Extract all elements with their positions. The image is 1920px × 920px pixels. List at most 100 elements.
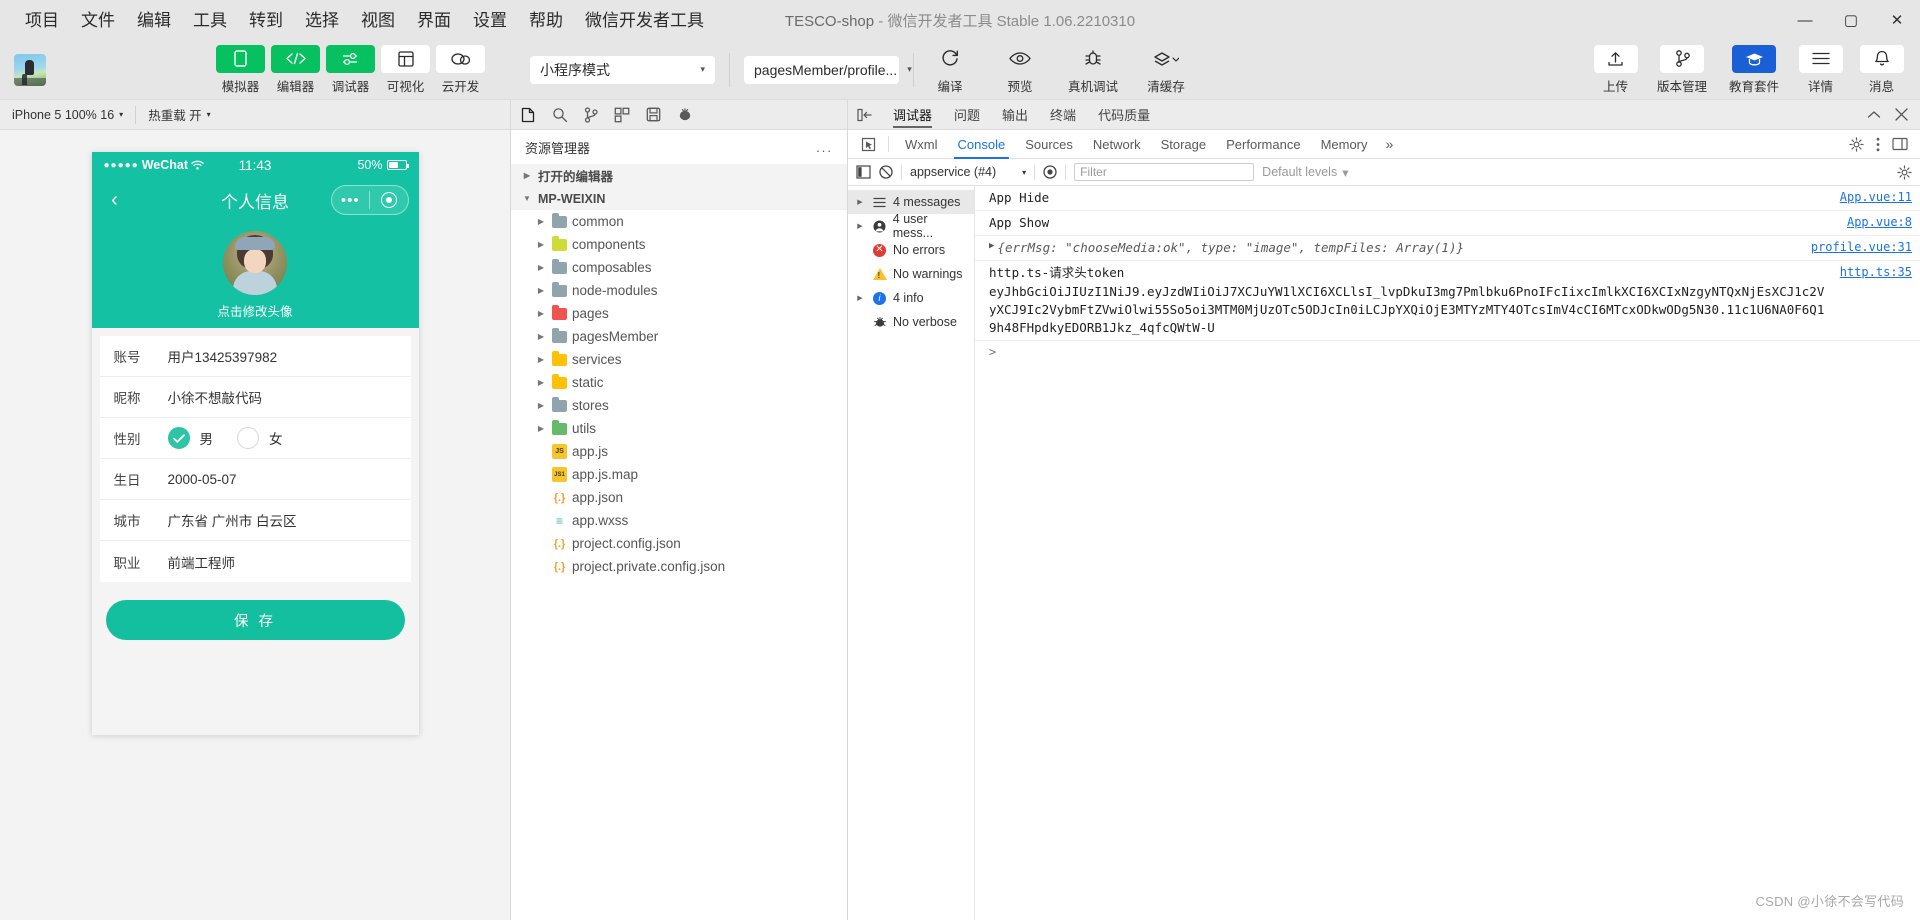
- devtab-network[interactable]: Network: [1083, 130, 1151, 159]
- debug-icon[interactable]: [677, 107, 693, 122]
- console-message-row[interactable]: ▶ {errMsg: "chooseMedia:ok", type: "imag…: [975, 236, 1920, 262]
- menu-item-settings[interactable]: 设置: [462, 8, 518, 33]
- tree-item-project-private-config[interactable]: {.} project.private.config.json: [511, 555, 847, 578]
- explorer-more-icon[interactable]: ...: [816, 140, 833, 155]
- tab-code-quality[interactable]: 代码质量: [1087, 100, 1161, 130]
- devtab-sources[interactable]: Sources: [1015, 130, 1083, 159]
- close-icon[interactable]: [1895, 108, 1908, 121]
- menu-item-edit[interactable]: 编辑: [126, 8, 182, 33]
- hot-reload-toggle[interactable]: 热重载 开 ▾: [136, 100, 223, 130]
- console-message-source[interactable]: App.vue:11: [1840, 189, 1912, 206]
- clear-cache-button[interactable]: 清缓存: [1144, 45, 1188, 95]
- files-icon[interactable]: [521, 107, 536, 123]
- form-row-occupation[interactable]: 职业 前端工程师: [100, 541, 411, 582]
- compile-mode-select[interactable]: 小程序模式 ▾: [530, 55, 715, 84]
- eye-icon[interactable]: [1043, 165, 1057, 179]
- tree-item-node-modules[interactable]: ▶ node-modules: [511, 279, 847, 302]
- version-manage-button[interactable]: 版本管理: [1652, 44, 1712, 95]
- chevron-up-icon[interactable]: [1867, 110, 1881, 120]
- tree-item-stores[interactable]: ▶ stores: [511, 394, 847, 417]
- console-settings-icon[interactable]: [1897, 164, 1912, 180]
- radio-female-unselected[interactable]: [237, 427, 259, 449]
- form-row-city[interactable]: 城市 广东省 广州市 白云区: [99, 500, 411, 541]
- sidebar-toggle-icon[interactable]: [856, 165, 871, 179]
- compile-button[interactable]: 编译: [928, 45, 972, 95]
- avatar[interactable]: [223, 230, 287, 295]
- console-message-row[interactable]: http.ts-请求头token eyJhbGciOiJIUzI1NiJ9.ey…: [975, 261, 1920, 341]
- tree-item-project-config[interactable]: {.} project.config.json: [511, 532, 847, 555]
- menu-item-help[interactable]: 帮助: [518, 8, 574, 33]
- device-select[interactable]: iPhone 5 100% 16 ▾: [0, 100, 135, 130]
- maximize-button[interactable]: ▢: [1828, 0, 1874, 40]
- inspect-element-icon[interactable]: [854, 137, 882, 152]
- console-message-source[interactable]: http.ts:35: [1840, 264, 1912, 281]
- nav-back-button[interactable]: ‹: [102, 189, 128, 212]
- tree-item-pages[interactable]: ▶ pages: [511, 302, 847, 325]
- console-message-source[interactable]: profile.vue:31: [1811, 239, 1912, 256]
- console-filter-input[interactable]: Filter: [1074, 163, 1255, 181]
- menu-item-goto[interactable]: 转到: [238, 8, 294, 33]
- page-select[interactable]: pagesMember/profile... ▾: [744, 55, 912, 84]
- console-filter-warnings[interactable]: No warnings: [848, 262, 974, 286]
- form-row-account[interactable]: 账号 用户13425397982: [99, 336, 411, 377]
- devtab-wxml[interactable]: Wxml: [895, 130, 948, 159]
- details-button[interactable]: 详情: [1796, 44, 1845, 95]
- messages-button[interactable]: 消息: [1857, 44, 1906, 95]
- console-filter-info[interactable]: ▶ i 4 info: [848, 286, 974, 310]
- tree-item-composables[interactable]: ▶ composables: [511, 256, 847, 279]
- form-row-nickname[interactable]: 昵称 小徐不想敲代码: [99, 377, 411, 418]
- menu-item-view[interactable]: 视图: [350, 8, 406, 33]
- menu-item-select[interactable]: 选择: [294, 8, 350, 33]
- menu-item-devtools[interactable]: 微信开发者工具: [574, 8, 715, 33]
- console-message-source[interactable]: App.vue:8: [1847, 214, 1912, 231]
- console-prompt[interactable]: >: [975, 341, 1920, 363]
- console-message-row[interactable]: App Show App.vue:8: [975, 211, 1920, 237]
- debugger-button[interactable]: 调试器: [326, 44, 375, 95]
- close-button[interactable]: ✕: [1874, 0, 1920, 40]
- tree-section-open-editors[interactable]: ▶ 打开的编辑器: [511, 164, 847, 187]
- tree-item-components[interactable]: ▶ components: [511, 233, 847, 256]
- visualization-button[interactable]: 可视化: [381, 44, 430, 95]
- minimize-button[interactable]: —: [1782, 0, 1828, 40]
- tree-item-app-json[interactable]: {.} app.json: [511, 486, 847, 509]
- tree-item-static[interactable]: ▶ static: [511, 371, 847, 394]
- radio-male-selected[interactable]: [167, 427, 190, 449]
- devtab-performance[interactable]: Performance: [1216, 130, 1310, 159]
- menu-item-file[interactable]: 文件: [70, 8, 126, 33]
- console-message-row[interactable]: App Hide App.vue:11: [975, 186, 1920, 212]
- menu-item-tools[interactable]: 工具: [182, 8, 238, 33]
- menu-item-interface[interactable]: 界面: [406, 8, 462, 33]
- console-filter-user-messages[interactable]: ▶ 4 user mess...: [848, 212, 974, 240]
- cloud-dev-button[interactable]: 云开发: [436, 44, 485, 95]
- simulator-button[interactable]: 模拟器: [216, 44, 265, 95]
- extensions-icon[interactable]: [614, 107, 630, 123]
- editor-button[interactable]: 编辑器: [271, 44, 320, 95]
- menu-item-project[interactable]: 项目: [14, 8, 70, 33]
- console-filter-messages[interactable]: ▶ 4 messages: [848, 190, 974, 214]
- dock-icon[interactable]: [1892, 137, 1908, 151]
- tree-item-utils[interactable]: ▶ utils: [511, 417, 847, 440]
- tab-terminal[interactable]: 终端: [1039, 100, 1087, 130]
- tab-output[interactable]: 输出: [991, 100, 1039, 130]
- expand-object-icon[interactable]: ▶: [989, 239, 994, 253]
- tree-item-app-wxss[interactable]: ≡ app.wxss: [511, 509, 847, 532]
- form-row-birthday[interactable]: 生日 2000-05-07: [99, 459, 411, 500]
- console-filter-verbose[interactable]: No verbose: [848, 310, 974, 334]
- collapse-panel-icon[interactable]: [848, 108, 882, 122]
- tree-item-app-js[interactable]: JS app.js: [511, 440, 847, 463]
- change-avatar-hint[interactable]: 点击修改头像: [217, 301, 292, 320]
- education-kit-button[interactable]: 教育套件: [1724, 44, 1784, 95]
- console-levels-select[interactable]: Default levels ▾: [1262, 165, 1348, 180]
- source-control-icon[interactable]: [584, 106, 598, 123]
- save-button[interactable]: 保 存: [105, 600, 405, 640]
- tree-item-services[interactable]: ▶ services: [511, 348, 847, 371]
- tree-item-common[interactable]: ▶ common: [511, 210, 847, 233]
- preview-button[interactable]: 预览: [998, 45, 1042, 95]
- devtab-console[interactable]: Console: [948, 130, 1016, 159]
- tab-problems[interactable]: 问题: [943, 100, 991, 130]
- devtab-storage[interactable]: Storage: [1151, 130, 1217, 159]
- console-filter-errors[interactable]: ✕ No errors: [848, 238, 974, 262]
- tree-item-app-js-map[interactable]: JS1 app.js.map: [511, 463, 847, 486]
- save-all-icon[interactable]: [646, 107, 661, 122]
- tab-debugger[interactable]: 调试器: [882, 100, 943, 130]
